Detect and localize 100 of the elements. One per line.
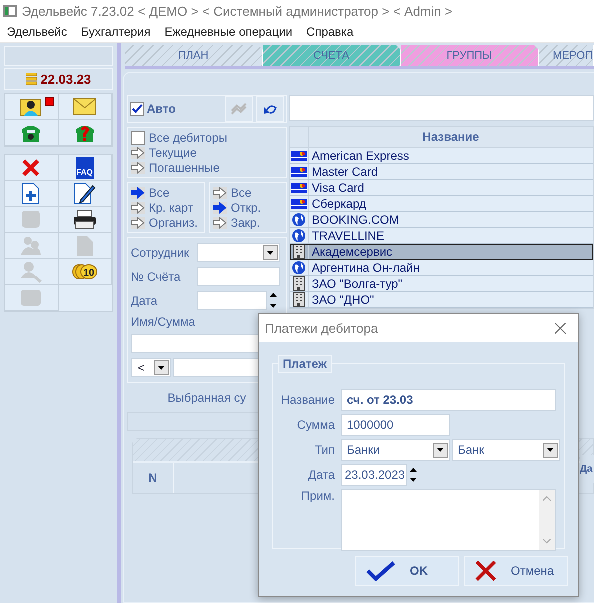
- menu-item[interactable]: Бухгалтерия: [74, 25, 158, 39]
- toolbar-button[interactable]: [5, 181, 58, 207]
- search-field[interactable]: [289, 95, 594, 121]
- table-cell-text: Сберкард: [311, 196, 368, 211]
- credit-card-icon: [291, 198, 307, 208]
- undo-button[interactable]: [256, 96, 284, 122]
- column-header[interactable]: N: [133, 463, 174, 493]
- table-row[interactable]: Visa Card: [290, 180, 593, 196]
- account-field[interactable]: [197, 267, 280, 286]
- users-icon: [20, 236, 42, 256]
- type-dropdown[interactable]: Банки: [341, 439, 450, 462]
- all-debtors-checkbox[interactable]: [131, 130, 145, 144]
- table-cell-text: Master Card: [311, 164, 380, 179]
- credit-card-icon: [291, 166, 307, 176]
- toolbar-button[interactable]: [58, 181, 112, 207]
- dropdown-arrow-icon[interactable]: [158, 366, 165, 370]
- date-field[interactable]: 23.03.2023: [341, 464, 407, 486]
- auto-checkbox[interactable]: [130, 102, 144, 116]
- table-cell-text: Visa Card: [311, 180, 366, 195]
- radio-arrow-icon[interactable]: [131, 216, 145, 228]
- toolbar-button[interactable]: [58, 207, 112, 233]
- option-label: Откр.: [231, 200, 262, 214]
- tab[interactable]: ПЛАН: [125, 45, 263, 66]
- printer-icon: [72, 210, 97, 230]
- globe-icon: [292, 212, 306, 226]
- group-title: Платеж: [278, 355, 332, 373]
- field-label: Имя/Сумма: [131, 315, 196, 329]
- field-label: Дата: [131, 294, 159, 308]
- chat-bubble-icon: [21, 210, 42, 230]
- faq-icon: FAQ: [76, 156, 94, 178]
- option-label: Текущие: [149, 146, 197, 160]
- toolbar-button[interactable]: [5, 94, 58, 120]
- menu-item[interactable]: Ежедневные операции: [158, 25, 300, 39]
- column-header[interactable]: Да: [580, 455, 594, 483]
- date-field[interactable]: [197, 291, 267, 310]
- note-icon: [20, 288, 42, 306]
- compare-dropdown[interactable]: <: [131, 358, 171, 377]
- subtype-dropdown[interactable]: Банк: [452, 439, 560, 462]
- field-label: № Счёта: [131, 270, 182, 284]
- toolbar-button[interactable]: [5, 120, 58, 146]
- credit-card-icon: [291, 182, 307, 192]
- close-icon[interactable]: [555, 322, 566, 334]
- table-row[interactable]: BOOKING.COM: [290, 212, 593, 228]
- option-label: Кр. карт: [149, 200, 194, 214]
- field-label: Прим.: [300, 489, 335, 504]
- table-cell-text: BOOKING.COM: [311, 212, 400, 227]
- table-row[interactable]: Академсервис: [290, 244, 593, 260]
- dropdown-arrow-icon[interactable]: [547, 448, 554, 452]
- table-row[interactable]: ЗАО "Волга-тур": [290, 276, 593, 292]
- dialog-title: Платежи дебитора: [265, 320, 378, 336]
- window-title: Эдельвейс 7.23.02 < ДЕМО > < Системный администратор > < Admin >: [22, 4, 453, 18]
- table-row[interactable]: Master Card: [290, 164, 593, 180]
- dropdown-arrow-icon[interactable]: [437, 448, 444, 452]
- edit-document-icon: [74, 182, 96, 204]
- credit-card-icon: [291, 150, 307, 160]
- globe-icon: [292, 228, 306, 242]
- building-icon: [293, 276, 305, 291]
- toolbar-button[interactable]: 10: [58, 259, 112, 285]
- radio-arrow-icon[interactable]: [131, 186, 145, 198]
- radio-arrow-icon[interactable]: [213, 202, 227, 214]
- table-row[interactable]: ЗАО "ДНО": [290, 292, 593, 308]
- current-date: 22.03.23: [40, 72, 92, 86]
- option-label: Организ.: [149, 216, 198, 230]
- globe-icon: [292, 260, 306, 274]
- page-icon: [76, 234, 94, 256]
- menu-item[interactable]: Справка: [300, 25, 361, 39]
- field-label: Название: [280, 393, 335, 408]
- field-label: Сотрудник: [131, 246, 190, 260]
- option-label: Закр.: [231, 216, 260, 230]
- checkmark-icon: [366, 561, 396, 581]
- option-label: Погашенные: [149, 160, 220, 174]
- user-search-icon: [20, 260, 42, 282]
- toolbar-button[interactable]: FAQ: [58, 155, 112, 181]
- radio-arrow-icon[interactable]: [131, 146, 145, 158]
- option-label: Все дебиторы: [149, 130, 228, 144]
- add-document-icon: [22, 182, 40, 204]
- building-icon: [293, 292, 305, 307]
- radio-arrow-icon[interactable]: [213, 186, 227, 198]
- dropdown-arrow-icon[interactable]: [267, 250, 274, 254]
- table-row[interactable]: Сберкард: [290, 196, 593, 212]
- cancel-button[interactable]: Отмена: [464, 556, 568, 586]
- menu-item[interactable]: Эдельвейс: [0, 25, 74, 39]
- envelope-icon: [72, 98, 97, 116]
- option-label: Все: [231, 186, 252, 200]
- table-cell-text: ЗАО "Волга-тур": [311, 276, 404, 291]
- name-field[interactable]: сч. от 23.03: [341, 389, 556, 412]
- table-row[interactable]: Аргентина Он-лайн: [290, 260, 593, 276]
- checkmark-icon: [132, 104, 142, 114]
- radio-arrow-icon[interactable]: [131, 162, 145, 174]
- radio-arrow-icon[interactable]: [213, 216, 227, 228]
- refresh-icon: [231, 102, 247, 116]
- radio-arrow-icon[interactable]: [131, 202, 145, 214]
- contact-card-icon: [20, 96, 42, 116]
- field-label: Сумма: [296, 418, 335, 432]
- sum-field[interactable]: 1000000: [341, 414, 450, 436]
- app-icon: [3, 5, 17, 17]
- ok-button[interactable]: OK: [355, 556, 459, 586]
- table-row[interactable]: American Express: [290, 148, 593, 164]
- tab[interactable]: МЕРОП: [539, 45, 594, 66]
- cancel-icon: [475, 561, 497, 581]
